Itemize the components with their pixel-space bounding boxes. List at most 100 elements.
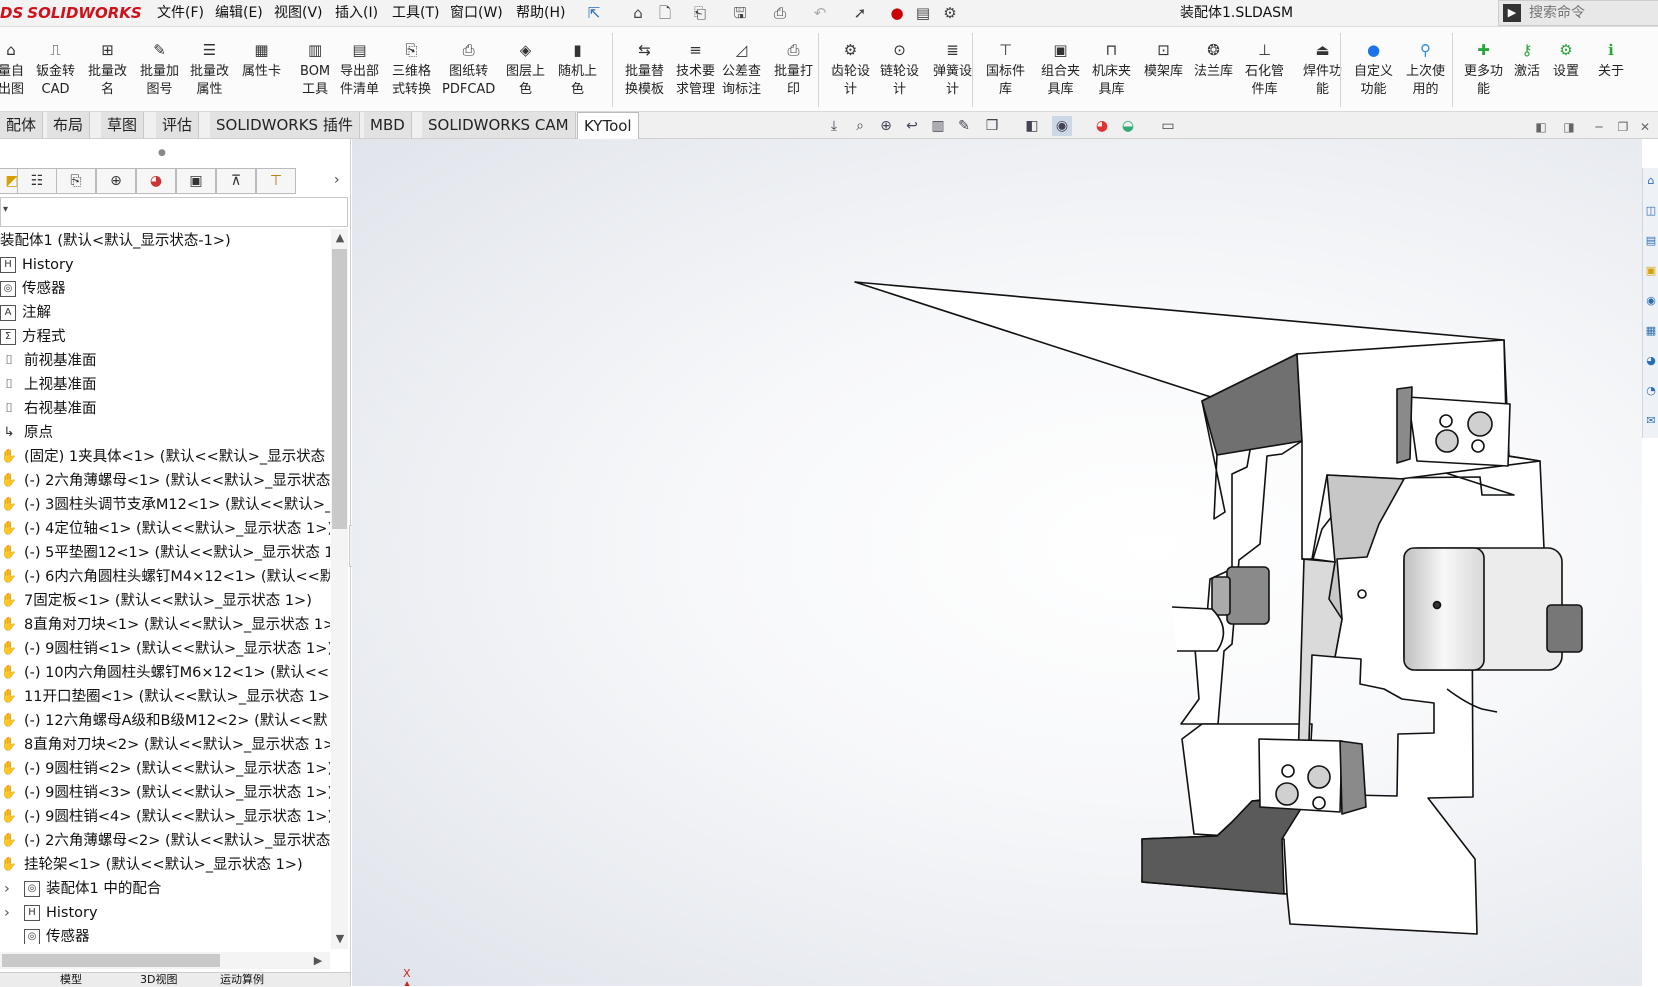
minimize-doc-icon[interactable]: ─: [1590, 118, 1608, 136]
tree-item[interactable]: › H History: [0, 901, 330, 925]
zoom-area-icon[interactable]: ⊕: [876, 116, 896, 136]
task-pane-forum-icon[interactable]: ◔: [1644, 384, 1658, 404]
ribbon-button-13[interactable]: ≡ 技术要 求管理: [676, 41, 715, 99]
restore-doc-icon[interactable]: ❐: [1614, 118, 1632, 136]
appearance-icon[interactable]: ◕: [1092, 116, 1112, 136]
ribbon-button-14[interactable]: ◿ 公差查 询标注: [722, 41, 761, 99]
hide-show-icon[interactable]: ◉: [1052, 116, 1072, 136]
tree-item[interactable]: ⌷ 前视基准面: [0, 349, 330, 373]
filter-dropdown-icon[interactable]: ▾: [3, 204, 8, 215]
ribbon-button-20[interactable]: ▣ 组合夹 具库: [1041, 41, 1080, 99]
search-box[interactable]: ▶: [1498, 0, 1658, 26]
ribbon-button-10[interactable]: ◈ 图层上色: [506, 41, 545, 99]
ribbon-button-18[interactable]: ≣ 弹簧设计: [933, 41, 972, 99]
ribbon-button-29[interactable]: ⚷ 激活: [1514, 41, 1540, 81]
tree-item[interactable]: ⌷ 右视基准面: [0, 397, 330, 421]
propertymanager-tab-icon[interactable]: ☷: [17, 168, 57, 194]
options-icon[interactable]: ⚙: [940, 3, 960, 23]
app-logo[interactable]: DS SOLIDWORKS: [0, 2, 142, 24]
scroll-up-icon[interactable]: ▲: [332, 231, 348, 244]
ribbon-button-3[interactable]: ✎ 批量加 图号: [140, 41, 179, 99]
tree-item[interactable]: ✋ (-) 5平垫圈12<1> (默认<<默认>_显示状态 1: [0, 541, 330, 565]
tree-item[interactable]: ↳ 原点: [0, 421, 330, 445]
ribbon-button-0[interactable]: ⌂ 量自 出图: [0, 41, 24, 99]
tab-cam[interactable]: SOLIDWORKS CAM: [422, 112, 576, 138]
tree-item[interactable]: ✋ (固定) 1夹具体<1> (默认<<默认>_显示状态 1: [0, 445, 330, 469]
ribbon-button-1[interactable]: ⎍ 钣金转 CAD: [36, 41, 75, 99]
tree-item[interactable]: ✋ (-) 6内六角圆柱头螺钉M4×12<1> (默认<<默: [0, 565, 330, 589]
ribbon-button-21[interactable]: ⊓ 机床夹 具库: [1092, 41, 1131, 99]
tree-item[interactable]: ✋ (-) 2六角薄螺母<1> (默认<<默认>_显示状态: [0, 469, 330, 493]
tab-assembly[interactable]: 配体: [0, 112, 44, 138]
ribbon-button-22[interactable]: ⊡ 模架库: [1144, 41, 1183, 81]
tree-filter[interactable]: ▾: [0, 197, 348, 227]
ribbon-button-27[interactable]: ⚲ 上次使 用的: [1406, 41, 1445, 99]
menu-file[interactable]: 文件(F): [157, 3, 204, 23]
tool-tab-icon[interactable]: ⊤: [256, 168, 296, 194]
tree-item[interactable]: ◎ 传感器: [0, 277, 330, 301]
ribbon-button-16[interactable]: ⚙ 齿轮设计: [831, 41, 870, 99]
pin-icon[interactable]: ⇱: [584, 3, 604, 23]
menu-insert[interactable]: 插入(I): [335, 3, 378, 23]
tab-model[interactable]: 模型: [60, 971, 82, 987]
configurationmanager-tab-icon[interactable]: ⎘: [56, 168, 96, 194]
tab-evaluate[interactable]: 评估: [156, 112, 200, 138]
ribbon-button-15[interactable]: ⎙ 批量打印: [774, 41, 813, 99]
tree-item[interactable]: ✋ (-) 4定位轴<1> (默认<<默认>_显示状态 1>): [0, 517, 330, 541]
scroll-right-icon[interactable]: ▶: [310, 954, 326, 967]
tree-item[interactable]: ✋ (-) 10内六角圆柱头螺钉M6×12<1> (默认<<: [0, 661, 330, 685]
section-view-icon[interactable]: ▥: [928, 116, 948, 136]
cam-operation-tab-icon[interactable]: ⊼: [216, 168, 256, 194]
tree-root-assembly[interactable]: 装配体1 (默认<默认_显示状态-1>): [0, 229, 330, 253]
ribbon-button-4[interactable]: ☰ 批量改 属性: [190, 41, 229, 99]
view-settings-icon[interactable]: ❒: [982, 116, 1002, 136]
view-orientation-icon[interactable]: ⤓: [824, 116, 844, 136]
print-icon[interactable]: ⎙: [770, 3, 790, 23]
ribbon-button-31[interactable]: ℹ 关于: [1598, 41, 1624, 81]
ribbon-button-19[interactable]: ⊤ 国标件库: [986, 41, 1025, 99]
tile-left-icon[interactable]: ◧: [1532, 118, 1550, 136]
tab-mbd[interactable]: MBD: [364, 112, 412, 138]
tree-item[interactable]: ✋ (-) 2六角薄螺母<2> (默认<<默认>_显示状态: [0, 829, 330, 853]
menu-window[interactable]: 窗口(W): [450, 3, 503, 23]
tree-expand-icon[interactable]: ›: [4, 877, 18, 901]
ribbon-button-30[interactable]: ⚙ 设置: [1553, 41, 1579, 81]
tab-kytool[interactable]: KYTool: [577, 112, 639, 139]
ribbon-button-28[interactable]: ✚ 更多功能: [1464, 41, 1503, 99]
open-icon[interactable]: ⎗: [690, 3, 710, 23]
tree-item[interactable]: ✋ (-) 9圆柱销<1> (默认<<默认>_显示状态 1>): [0, 637, 330, 661]
ribbon-button-5[interactable]: ▦ 属性卡: [242, 41, 281, 81]
task-pane-home-icon[interactable]: ⌂: [1644, 174, 1658, 194]
tree-item[interactable]: ✋ (-) 3圆柱头调节支承M12<1> (默认<<默认>_: [0, 493, 330, 517]
search-input[interactable]: [1527, 3, 1657, 23]
zoom-to-fit-icon[interactable]: ⌕: [850, 116, 870, 136]
tree-item[interactable]: H History: [0, 253, 330, 277]
ribbon-button-12[interactable]: ⇆ 批量替 换模板: [625, 41, 664, 99]
display-style-icon[interactable]: ◧: [1022, 116, 1042, 136]
task-pane-appearances-icon[interactable]: ▦: [1644, 324, 1658, 344]
menu-edit[interactable]: 编辑(E): [215, 3, 263, 23]
menu-tools[interactable]: 工具(T): [392, 3, 439, 23]
tree-item[interactable]: ✋ 挂轮架<1> (默认<<默认>_显示状态 1>): [0, 853, 330, 877]
task-pane-palette-icon[interactable]: ◉: [1644, 294, 1658, 314]
scene-icon[interactable]: ◒: [1118, 116, 1138, 136]
panel-grip-icon[interactable]: ●: [158, 148, 166, 158]
tree-item[interactable]: ✋ 7固定板<1> (默认<<默认>_显示状态 1>): [0, 589, 330, 613]
ribbon-button-25[interactable]: ⏏ 焊件功能: [1303, 41, 1342, 99]
displaymanager-tab-icon[interactable]: ◕: [136, 168, 176, 194]
undo-icon[interactable]: ↶: [810, 3, 830, 23]
tree-horizontal-scroll-thumb[interactable]: [2, 954, 220, 967]
task-pane-explorer-icon[interactable]: ▣: [1644, 264, 1658, 284]
ribbon-button-2[interactable]: ⊞ 批量改名: [88, 41, 127, 99]
tree-vertical-scroll-thumb[interactable]: [332, 249, 347, 529]
tab-motion-study[interactable]: 运动算例: [220, 971, 264, 987]
dynamic-annotation-icon[interactable]: ✎: [954, 116, 974, 136]
cam-tab-icon[interactable]: ▣: [176, 168, 216, 194]
tab-layout[interactable]: 布局: [47, 112, 91, 138]
previous-view-icon[interactable]: ↩: [902, 116, 922, 136]
tab-addins[interactable]: SOLIDWORKS 插件: [210, 112, 360, 138]
tree-item[interactable]: ✋ (-) 9圆柱销<3> (默认<<默认>_显示状态 1>): [0, 781, 330, 805]
ribbon-button-6[interactable]: ▥ BOM 工具: [300, 41, 330, 99]
tree-item[interactable]: ✋ (-) 9圆柱销<2> (默认<<默认>_显示状态 1>): [0, 757, 330, 781]
scroll-down-icon[interactable]: ▼: [332, 932, 348, 945]
